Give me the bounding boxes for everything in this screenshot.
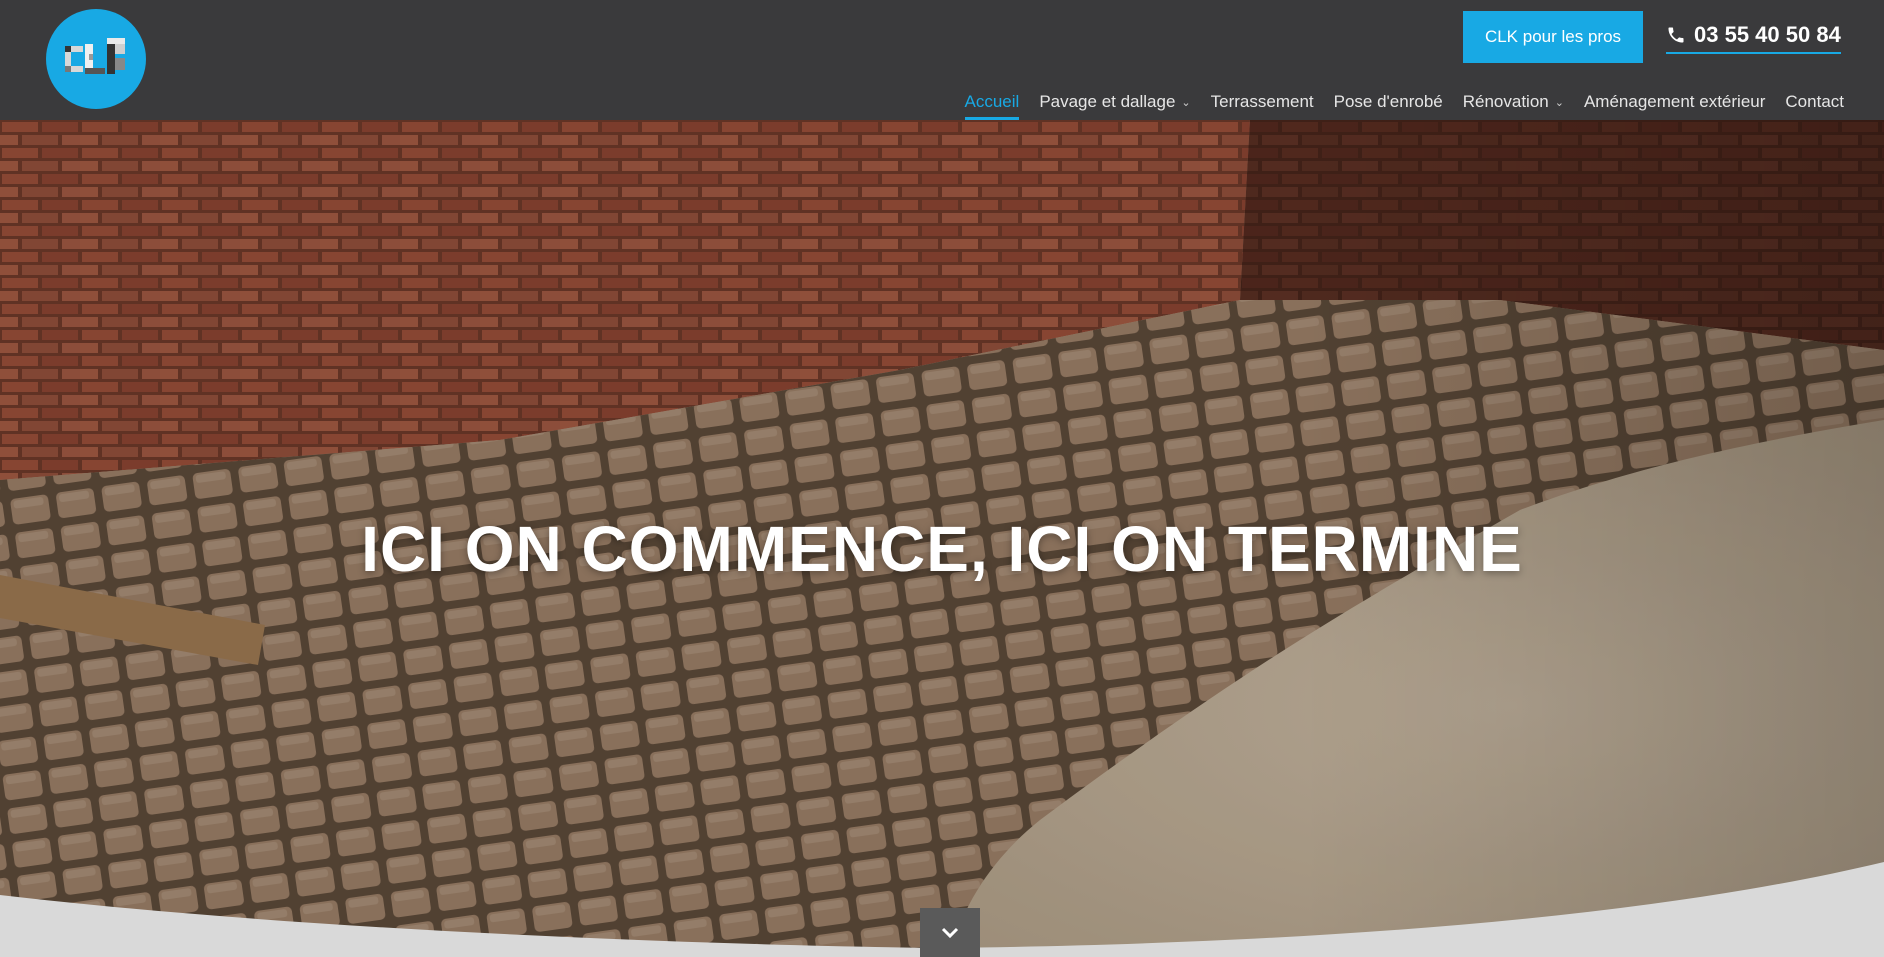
nav-item-label: Pose d'enrobé [1333,91,1443,111]
nav-item-renovation[interactable]: Rénovation ⌄ [1453,80,1574,120]
clk-logo-mark [65,38,125,74]
nav-item-label: Terrassement [1210,91,1314,111]
nav-item-amenagement-exterieur[interactable]: Aménagement extérieur [1574,80,1775,120]
hero-section: ICI ON COMMENCE, ICI ON TERMINE [0,120,1884,957]
nav-item-label: Aménagement extérieur [1583,91,1766,111]
phone-link[interactable]: 03 55 40 50 84 [1666,22,1841,54]
phone-icon [1668,27,1684,43]
clk-logo[interactable] [46,9,146,109]
nav-item-pose-enrobe[interactable]: Pose d'enrobé [1324,80,1453,120]
nav-item-terrassement[interactable]: Terrassement [1201,80,1324,120]
nav-item-label: Accueil [964,91,1020,111]
pros-button[interactable]: CLK pour les pros [1463,11,1643,63]
site-header: CLK pour les pros 03 55 40 50 84 Accueil… [0,0,1884,120]
chevron-down-icon [941,927,959,938]
nav-item-accueil[interactable]: Accueil [955,80,1030,120]
phone-number: 03 55 40 50 84 [1694,22,1841,47]
nav-item-label: Rénovation [1462,91,1549,111]
chevron-down-icon: ⌄ [1554,97,1564,109]
nav-item-pavage-et-dallage[interactable]: Pavage et dallage ⌄ [1029,80,1200,120]
chevron-down-icon: ⌄ [1181,97,1191,109]
main-nav: Accueil Pavage et dallage ⌄ Terrassement… [955,80,1855,120]
scroll-down-button[interactable] [920,908,980,957]
hero-title: ICI ON COMMENCE, ICI ON TERMINE [361,513,1523,585]
nav-item-label: Pavage et dallage [1039,91,1176,111]
nav-item-contact[interactable]: Contact [1775,80,1854,120]
nav-item-label: Contact [1785,91,1844,111]
